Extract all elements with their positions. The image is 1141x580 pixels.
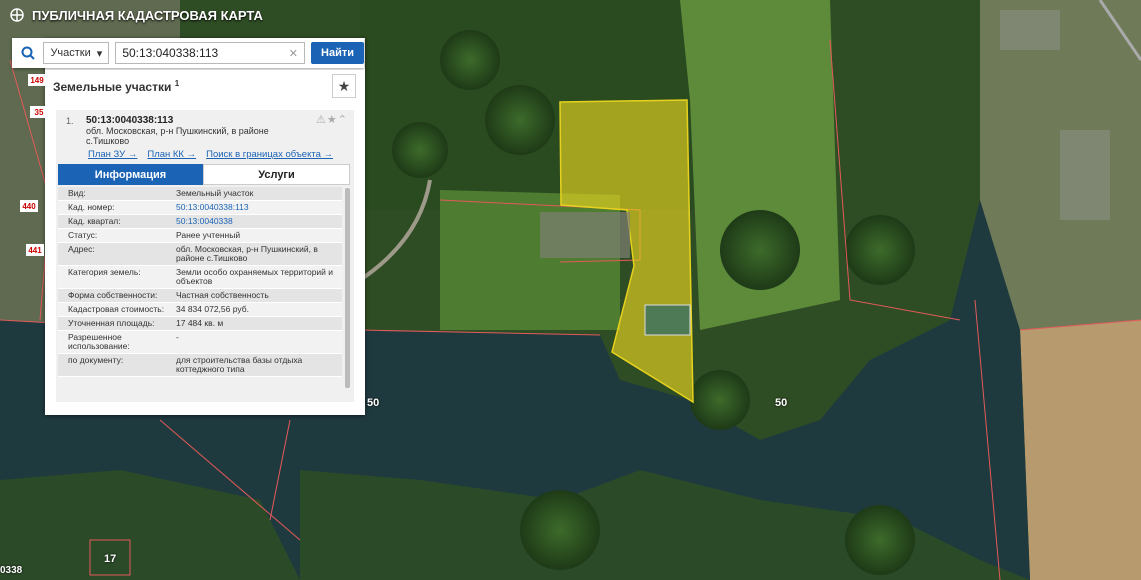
chevron-down-icon: ▾ <box>96 47 103 60</box>
object-type-select[interactable]: Участки ▾ <box>43 42 110 64</box>
info-key: Форма собственности: <box>68 290 158 300</box>
info-row: Кад. номер: 50:13:0040338:113 <box>58 201 342 215</box>
info-value: - <box>176 332 179 342</box>
star-icon: ★ <box>337 77 351 94</box>
map-label: 50 <box>367 397 380 409</box>
search-input[interactable]: 50:13:040338:113 ✕ <box>115 42 306 64</box>
search-icon[interactable] <box>12 38 43 68</box>
info-key: Кадастровая стоимость: <box>68 304 165 314</box>
map-label: 50 <box>775 397 788 409</box>
search-query: 50:13:040338:113 <box>122 46 219 60</box>
info-key: Категория земель: <box>68 267 141 277</box>
info-value: Земельный участок <box>176 188 254 198</box>
info-table: Вид: Земельный участок Кад. номер: 50:13:00… <box>58 187 342 399</box>
star-outline-icon[interactable]: ★ <box>327 114 338 126</box>
favorites-button[interactable]: ★ <box>332 74 356 98</box>
parcel-address: обл. Московская, р-н Пушкинский, в район… <box>86 126 269 146</box>
info-value[interactable]: 50:13:0040338:113 <box>172 201 342 214</box>
map-label: 0338 <box>0 565 23 576</box>
scrollbar[interactable] <box>345 188 350 388</box>
card-actions: ⚠★⌃ <box>316 113 348 126</box>
info-row: Разрешенное использование: - <box>58 331 342 354</box>
info-row: по документу: для строительства базы отды… <box>58 354 342 377</box>
info-row: Вид: Земельный участок <box>58 187 342 201</box>
section-title: Земельные участки 1 <box>53 78 180 94</box>
info-key: Статус: <box>68 230 98 240</box>
info-tabs: Информация Услуги <box>58 164 350 185</box>
info-value: Земли особо охраняемых территорий и объе… <box>176 267 334 286</box>
parcel-number-tag[interactable]: 440 <box>20 200 38 212</box>
link-search-bounds[interactable]: Поиск в границах объекта → <box>206 149 333 160</box>
info-key: Адрес: <box>68 244 95 254</box>
info-row: Форма собственности: Частная собственност… <box>58 289 342 303</box>
info-value: 34 834 072,56 руб. <box>176 304 249 314</box>
object-type-label: Участки <box>50 47 91 59</box>
info-key: Кад. номер: <box>68 202 115 212</box>
info-row: Адрес: обл. Московская, р-н Пушкинский, в… <box>58 243 342 266</box>
section-header: Земельные участки 1 ★ <box>45 70 365 102</box>
search-bar: Участки ▾ 50:13:040338:113 ✕ Найти <box>12 38 364 68</box>
info-row: Уточненная площадь: 17 484 кв. м <box>58 317 342 331</box>
parcel-number-tag[interactable]: 149 <box>28 74 46 86</box>
info-value[interactable]: 50:13:0040338 <box>172 215 342 228</box>
parcel-card: 1. 50:13:0040338:113 обл. Московская, р-… <box>56 110 354 402</box>
map-label: 17 <box>104 553 117 565</box>
tab-services[interactable]: Услуги <box>203 164 350 185</box>
app-header: ПУБЛИЧНАЯ КАДАСТРОВАЯ КАРТА <box>0 0 263 30</box>
info-row: Кад. квартал: 50:13:0040338 <box>58 215 342 229</box>
find-button[interactable]: Найти <box>311 42 364 64</box>
list-index: 1. <box>66 116 74 126</box>
clear-icon[interactable]: ✕ <box>289 47 298 60</box>
info-key: Вид: <box>68 188 86 198</box>
cad-number[interactable]: 50:13:0040338:113 <box>86 115 173 126</box>
parcel-number-tag[interactable]: 441 <box>26 244 44 256</box>
info-value: Ранее учтенный <box>176 230 241 240</box>
link-plan-zu[interactable]: План ЗУ → <box>88 149 137 160</box>
info-row: Кадастровая стоимость: 34 834 072,56 руб. <box>58 303 342 317</box>
info-key: Уточненная площадь: <box>68 318 155 328</box>
info-key: Кад. квартал: <box>68 216 121 226</box>
parcel-number-tag[interactable]: 35 <box>30 106 48 118</box>
info-value: Частная собственность <box>176 290 269 300</box>
warning-icon[interactable]: ⚠ <box>316 114 327 126</box>
app-title: ПУБЛИЧНАЯ КАДАСТРОВАЯ КАРТА <box>32 7 263 23</box>
info-value: для строительства базы отдыха коттеджног… <box>176 355 303 374</box>
info-key: по документу: <box>68 355 124 365</box>
parcel-links: План ЗУ → План КК → Поиск в границах объ… <box>88 149 333 160</box>
info-key: Разрешенное использование: <box>68 332 130 351</box>
info-row: Категория земель: Земли особо охраняемых … <box>58 266 342 289</box>
tab-info[interactable]: Информация <box>58 164 203 185</box>
logo-icon <box>10 8 24 22</box>
info-row: Статус: Ранее учтенный <box>58 229 342 243</box>
collapse-icon[interactable]: ⌃ <box>338 114 348 126</box>
info-value: обл. Московская, р-н Пушкинский, в район… <box>176 244 318 263</box>
info-value: 17 484 кв. м <box>176 318 224 328</box>
link-plan-kk[interactable]: План КК → <box>147 149 196 160</box>
